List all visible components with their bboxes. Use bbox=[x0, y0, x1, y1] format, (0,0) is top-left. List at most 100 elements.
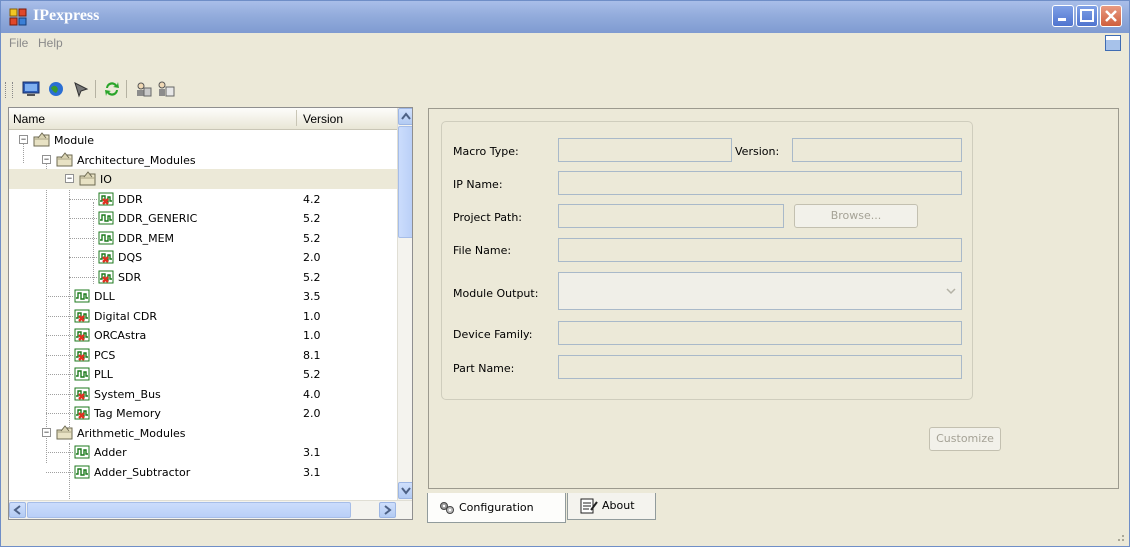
tree-connector bbox=[69, 198, 97, 200]
tree-horizontal-scrollbar[interactable] bbox=[9, 500, 412, 519]
tree-connector bbox=[46, 315, 73, 317]
browse-button[interactable]: Browse... bbox=[794, 204, 918, 228]
tree-module-row[interactable]: ORCAstra 1.0 bbox=[9, 325, 397, 345]
users-icon[interactable] bbox=[133, 79, 153, 99]
module-icon bbox=[97, 209, 115, 227]
module-output-select[interactable] bbox=[558, 272, 962, 310]
globe-icon[interactable] bbox=[46, 79, 66, 99]
tree-module-row[interactable]: Adder 3.1 bbox=[9, 442, 397, 462]
tree-connector bbox=[69, 218, 97, 219]
module-icon bbox=[73, 463, 91, 481]
scroll-thumb[interactable] bbox=[27, 502, 351, 518]
column-header-name[interactable]: Name bbox=[13, 112, 45, 126]
tree-item-version: 5.2 bbox=[303, 231, 321, 245]
toolbar-grip[interactable] bbox=[5, 82, 8, 98]
toolbar-separator bbox=[95, 80, 96, 98]
file-name-field[interactable] bbox=[558, 238, 962, 262]
toolbar bbox=[1, 54, 1129, 104]
version-label: Version: bbox=[735, 145, 780, 158]
tree-item-version: 5.2 bbox=[303, 212, 321, 225]
tree-item-label: DLL bbox=[94, 290, 115, 303]
tree-connector bbox=[46, 413, 73, 414]
arrow-tool-icon[interactable] bbox=[71, 79, 91, 99]
tree-module-row[interactable]: SDR 5.2 bbox=[9, 267, 397, 287]
tree-item-version: 8.1 bbox=[303, 348, 321, 362]
ip-name-field[interactable] bbox=[558, 171, 962, 195]
tab-about-label: About bbox=[602, 499, 635, 512]
tree-module-row[interactable]: DDR_MEM 5.2 bbox=[9, 228, 397, 248]
tree-item-version: 4.2 bbox=[303, 192, 321, 206]
tab-configuration[interactable]: Configuration bbox=[427, 493, 566, 523]
scroll-thumb[interactable] bbox=[398, 126, 412, 238]
refresh-icon[interactable] bbox=[102, 79, 122, 99]
module-error-icon bbox=[73, 307, 91, 325]
device-family-field[interactable] bbox=[558, 321, 962, 345]
device-family-label: Device Family: bbox=[453, 328, 533, 341]
tree-item-label: DQS bbox=[118, 251, 143, 264]
scroll-down-button[interactable] bbox=[398, 482, 412, 499]
menu-file[interactable]: File bbox=[9, 36, 28, 50]
tree-item-version: 2.0 bbox=[303, 407, 321, 420]
scroll-up-button[interactable] bbox=[398, 108, 412, 125]
tree-module-row[interactable]: PLL 5.2 bbox=[9, 364, 397, 384]
customize-button[interactable]: Customize bbox=[929, 427, 1001, 451]
tree-module-row[interactable]: PCS 8.1 bbox=[9, 345, 397, 365]
monitor-icon[interactable] bbox=[21, 79, 41, 99]
module-icon bbox=[97, 229, 115, 247]
collapse-toggle[interactable]: − bbox=[19, 135, 28, 144]
module-output-label: Module Output: bbox=[453, 287, 539, 300]
tree-module-row[interactable]: DQS 2.0 bbox=[9, 247, 397, 267]
tree-module-row[interactable]: DLL 3.5 bbox=[9, 286, 397, 306]
tab-about[interactable]: About bbox=[567, 493, 656, 520]
tree-connector bbox=[46, 471, 73, 473]
tree-module-row[interactable]: System_Bus 4.0 bbox=[9, 384, 397, 404]
tree-item-label: Tag Memory bbox=[94, 407, 161, 420]
scroll-right-button[interactable] bbox=[379, 502, 396, 518]
tree-connector bbox=[69, 276, 97, 278]
scroll-left-button[interactable] bbox=[9, 502, 26, 518]
tree-folder-row[interactable]: − IO bbox=[9, 169, 397, 189]
tree-item-version: 5.2 bbox=[303, 368, 321, 381]
tree-folder-row[interactable]: − Architecture_Modules bbox=[9, 150, 397, 170]
collapse-toggle[interactable]: − bbox=[65, 174, 74, 183]
toolbar-grip[interactable] bbox=[12, 82, 15, 98]
close-button[interactable] bbox=[1100, 5, 1122, 27]
tree-item-label: PLL bbox=[94, 368, 113, 381]
tree-connector bbox=[69, 257, 97, 258]
tree-folder-row[interactable]: − Arithmetic_Modules bbox=[9, 423, 397, 443]
resize-grip-icon[interactable] bbox=[1115, 532, 1125, 542]
collapse-toggle[interactable]: − bbox=[42, 154, 51, 164]
project-path-field[interactable] bbox=[558, 204, 784, 228]
column-divider[interactable] bbox=[296, 110, 297, 126]
tree-connector bbox=[46, 374, 73, 375]
tree-module-row[interactable]: Tag Memory 2.0 bbox=[9, 403, 397, 423]
macro-type-field[interactable] bbox=[558, 138, 732, 162]
user-list-icon[interactable] bbox=[156, 79, 176, 99]
tree-folder-row[interactable]: − Module bbox=[9, 130, 397, 150]
title-bar: IPexpress bbox=[1, 1, 1129, 33]
tree-module-row[interactable]: DDR 4.2 bbox=[9, 189, 397, 209]
module-error-icon bbox=[97, 190, 115, 208]
tree-header: Name Version bbox=[9, 108, 397, 130]
tree-vertical-scrollbar[interactable] bbox=[397, 108, 412, 500]
maximize-button[interactable] bbox=[1076, 5, 1098, 27]
module-error-icon bbox=[73, 346, 91, 364]
gears-icon bbox=[440, 502, 454, 514]
module-error-icon bbox=[97, 248, 115, 266]
collapse-toggle[interactable]: − bbox=[42, 427, 51, 437]
minimize-button[interactable] bbox=[1052, 5, 1074, 27]
tree-item-label: SDR bbox=[118, 270, 142, 284]
tree-module-row[interactable]: Adder_Subtractor 3.1 bbox=[9, 462, 397, 482]
tree-item-version: 4.0 bbox=[303, 387, 321, 401]
version-field[interactable] bbox=[792, 138, 962, 162]
tab-configuration-label: Configuration bbox=[459, 501, 534, 514]
part-name-field[interactable] bbox=[558, 355, 962, 379]
tree-item-label: Module bbox=[54, 134, 94, 147]
restore-panel-icon[interactable] bbox=[1105, 35, 1121, 51]
tree-item-version: 2.0 bbox=[303, 251, 321, 264]
tree-module-row[interactable]: Digital CDR 1.0 bbox=[9, 306, 397, 326]
tree-item-label: PCS bbox=[94, 348, 116, 362]
menu-help[interactable]: Help bbox=[38, 36, 63, 50]
column-header-version[interactable]: Version bbox=[303, 112, 343, 126]
tree-module-row[interactable]: DDR_GENERIC 5.2 bbox=[9, 208, 397, 228]
